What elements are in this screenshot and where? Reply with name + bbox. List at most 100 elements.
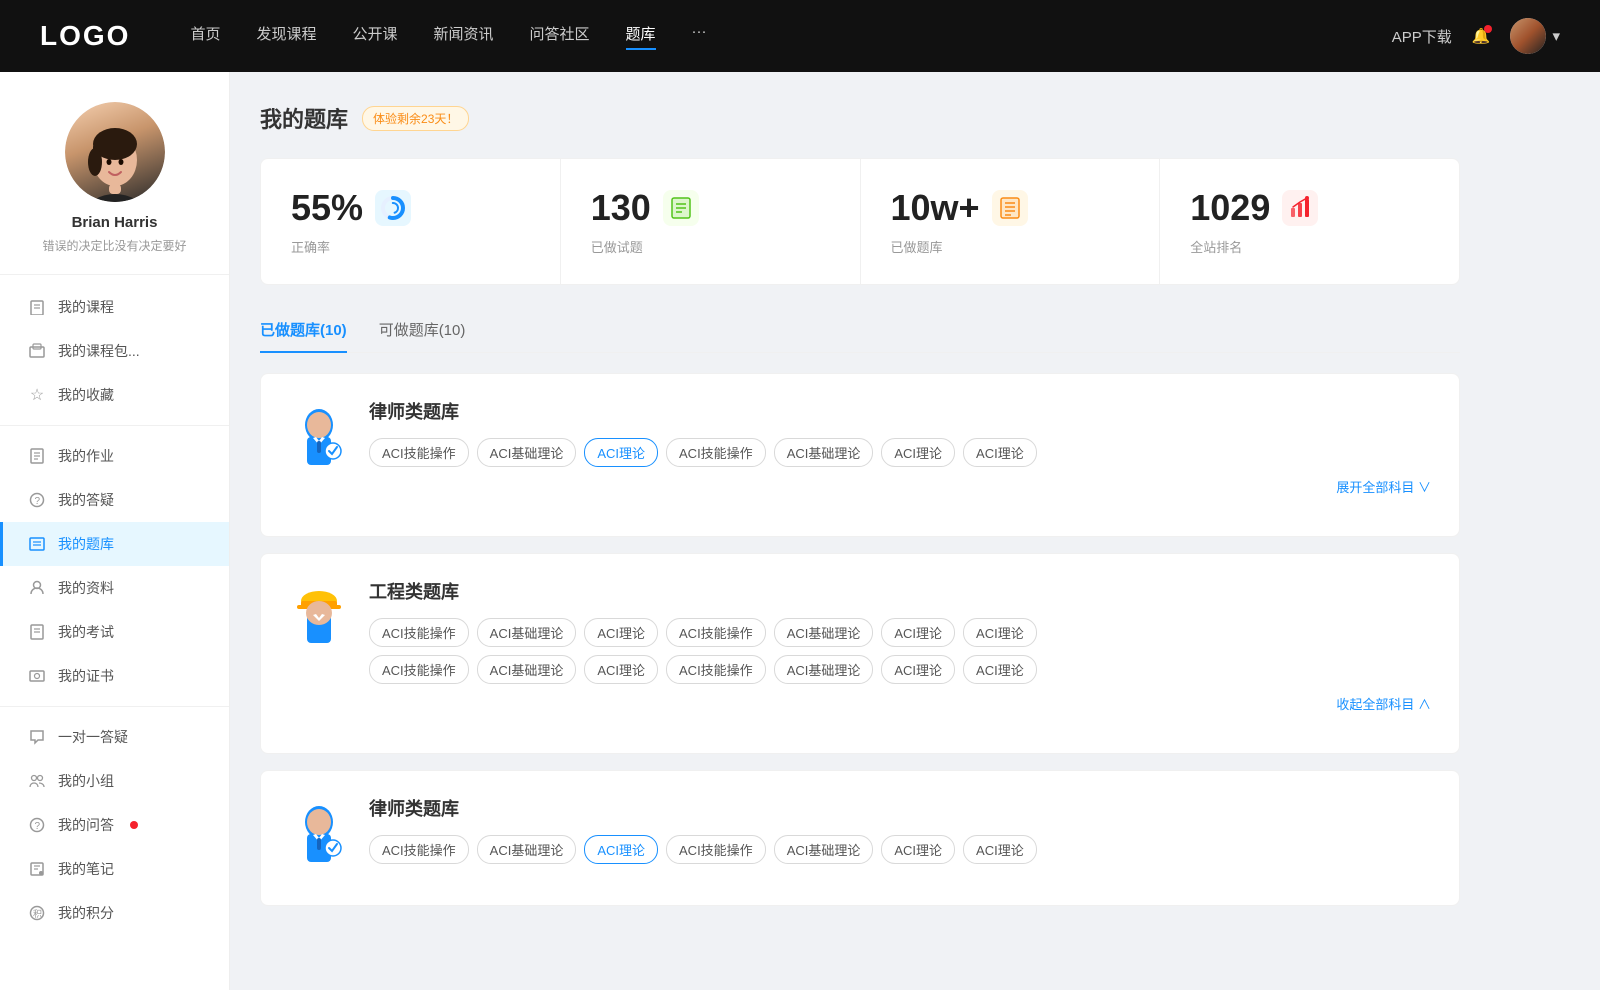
expand-link-1[interactable]: 展开全部科目 ∨ — [369, 477, 1431, 496]
tag-aci-skill-2[interactable]: ACI技能操作 — [666, 438, 766, 467]
l2-tag-theory-2[interactable]: ACI理论 — [881, 835, 955, 864]
certificate-icon — [28, 667, 46, 685]
ranking-chart-icon — [1282, 190, 1318, 226]
tab-todo-banks[interactable]: 可做题库(10) — [379, 309, 466, 352]
stat-done-questions: 130 已做试题 — [561, 159, 861, 284]
menu-notes[interactable]: 我的笔记 — [0, 847, 229, 891]
tag-aci-theory-2[interactable]: ACI理论 — [881, 438, 955, 467]
eng-tag-theory-4[interactable]: ACI理论 — [584, 655, 658, 684]
page-header: 我的题库 体验剩余23天！ — [260, 102, 1460, 134]
stat-ranking-top: 1029 — [1190, 187, 1429, 229]
nav-qa[interactable]: 问答社区 — [530, 23, 590, 50]
bank-card-engineer: 工程类题库 ACI技能操作 ACI基础理论 ACI理论 ACI技能操作 ACI基… — [260, 553, 1460, 754]
nav-open-course[interactable]: 公开课 — [352, 23, 397, 50]
l2-tag-theory-3[interactable]: ACI理论 — [963, 835, 1037, 864]
menu-favorites-label: 我的收藏 — [58, 385, 114, 405]
eng-tag-basic-1[interactable]: ACI基础理论 — [477, 618, 577, 647]
star-icon: ☆ — [28, 386, 46, 404]
menu-group-label: 我的小组 — [58, 771, 114, 791]
menu-course-package-label: 我的课程包... — [58, 341, 140, 361]
collapse-link-1[interactable]: 收起全部科目 ∧ — [369, 694, 1431, 713]
stat-done-questions-top: 130 — [591, 187, 830, 229]
l2-tag-basic-1[interactable]: ACI基础理论 — [477, 835, 577, 864]
tag-aci-basic-2[interactable]: ACI基础理论 — [774, 438, 874, 467]
trial-badge: 体验剩余23天！ — [362, 106, 469, 131]
tag-aci-theory-active-1[interactable]: ACI理论 — [584, 438, 658, 467]
app-download-button[interactable]: APP下载 — [1392, 26, 1452, 47]
svg-text:积: 积 — [33, 908, 42, 919]
eng-tag-skill-4[interactable]: ACI技能操作 — [666, 655, 766, 684]
avatar — [1510, 18, 1546, 54]
eng-tag-skill-2[interactable]: ACI技能操作 — [666, 618, 766, 647]
list-icon — [992, 190, 1028, 226]
eng-tag-theory-2[interactable]: ACI理论 — [881, 618, 955, 647]
menu-course-package[interactable]: 我的课程包... — [0, 329, 229, 373]
nav-discover[interactable]: 发现课程 — [256, 23, 316, 50]
stat-done-banks: 10w+ 已做题库 — [861, 159, 1161, 284]
nav-news[interactable]: 新闻资讯 — [434, 23, 494, 50]
svg-text:?: ? — [35, 496, 41, 507]
tag-aci-theory-3[interactable]: ACI理论 — [963, 438, 1037, 467]
menu-profile[interactable]: 我的资料 — [0, 566, 229, 610]
tab-done-banks[interactable]: 已做题库(10) — [260, 309, 347, 352]
user-avatar-container[interactable]: ▾ — [1510, 18, 1560, 54]
menu-favorites[interactable]: ☆ 我的收藏 — [0, 373, 229, 417]
notification-bell-icon[interactable]: 🔔 — [1472, 27, 1491, 45]
homework-icon — [28, 447, 46, 465]
stat-done-banks-label: 已做题库 — [891, 237, 1130, 256]
question-bank-icon — [28, 535, 46, 553]
eng-tag-basic-3[interactable]: ACI基础理论 — [477, 655, 577, 684]
l2-tag-basic-2[interactable]: ACI基础理论 — [774, 835, 874, 864]
my-qa-icon: ? — [28, 816, 46, 834]
menu-qa[interactable]: ? 我的答疑 — [0, 478, 229, 522]
svg-text:?: ? — [35, 821, 41, 832]
notes-icon — [28, 860, 46, 878]
menu-homework[interactable]: 我的作业 — [0, 434, 229, 478]
menu-my-courses[interactable]: 我的课程 — [0, 285, 229, 329]
eng-tag-basic-4[interactable]: ACI基础理论 — [774, 655, 874, 684]
menu-question-bank[interactable]: 我的题库 — [0, 522, 229, 566]
l2-tag-skill-1[interactable]: ACI技能操作 — [369, 835, 469, 864]
menu-group[interactable]: 我的小组 — [0, 759, 229, 803]
menu-my-qa-label: 我的问答 — [58, 815, 114, 835]
logo: LOGO — [40, 20, 130, 52]
menu-certificate[interactable]: 我的证书 — [0, 654, 229, 698]
course-package-icon — [28, 342, 46, 360]
lawyer-icon-2 — [289, 795, 349, 865]
eng-tag-theory-6[interactable]: ACI理论 — [963, 655, 1037, 684]
bank-card-lawyer-2-title: 律师类题库 — [369, 795, 1431, 821]
menu-points[interactable]: 积 我的积分 — [0, 891, 229, 935]
menu-my-qa[interactable]: ? 我的问答 — [0, 803, 229, 847]
sidebar: Brian Harris 错误的决定比没有决定要好 我的课程 我的课程包... … — [0, 72, 230, 990]
profile-motto: 错误的决定比没有决定要好 — [42, 237, 186, 254]
eng-tag-theory-3[interactable]: ACI理论 — [963, 618, 1037, 647]
tabs: 已做题库(10) 可做题库(10) — [260, 309, 1460, 353]
l2-tag-skill-2[interactable]: ACI技能操作 — [666, 835, 766, 864]
stat-done-questions-value: 130 — [591, 187, 651, 229]
stat-done-banks-value: 10w+ — [891, 187, 980, 229]
menu-one-on-one[interactable]: 一对一答疑 — [0, 715, 229, 759]
nav-home[interactable]: 首页 — [190, 23, 220, 50]
navbar: LOGO 首页 发现课程 公开课 新闻资讯 问答社区 题库 ··· APP下载 … — [0, 0, 1600, 72]
l2-tag-theory-active[interactable]: ACI理论 — [584, 835, 658, 864]
bank-card-lawyer-2-header: 律师类题库 ACI技能操作 ACI基础理论 ACI理论 ACI技能操作 ACI基… — [289, 795, 1431, 865]
bank-card-lawyer-2: 律师类题库 ACI技能操作 ACI基础理论 ACI理论 ACI技能操作 ACI基… — [260, 770, 1460, 906]
tag-aci-basic-1[interactable]: ACI基础理论 — [477, 438, 577, 467]
course-icon — [28, 298, 46, 316]
menu-exam[interactable]: 我的考试 — [0, 610, 229, 654]
eng-tag-theory-5[interactable]: ACI理论 — [881, 655, 955, 684]
stat-accuracy-value: 55% — [291, 187, 363, 229]
eng-tag-basic-2[interactable]: ACI基础理论 — [774, 618, 874, 647]
main-content: 我的题库 体验剩余23天！ 55% — [230, 72, 1600, 990]
chat-icon — [28, 728, 46, 746]
stat-ranking-value: 1029 — [1190, 187, 1270, 229]
eng-tag-skill-3[interactable]: ACI技能操作 — [369, 655, 469, 684]
nav-questions[interactable]: 题库 — [626, 23, 656, 50]
tag-aci-skill-1[interactable]: ACI技能操作 — [369, 438, 469, 467]
page-title: 我的题库 — [260, 102, 348, 134]
nav-more[interactable]: ··· — [692, 23, 707, 50]
eng-tag-theory-1[interactable]: ACI理论 — [584, 618, 658, 647]
stat-accuracy-label: 正确率 — [291, 237, 530, 256]
eng-tag-skill-1[interactable]: ACI技能操作 — [369, 618, 469, 647]
nav-right: APP下载 🔔 ▾ — [1392, 18, 1560, 54]
